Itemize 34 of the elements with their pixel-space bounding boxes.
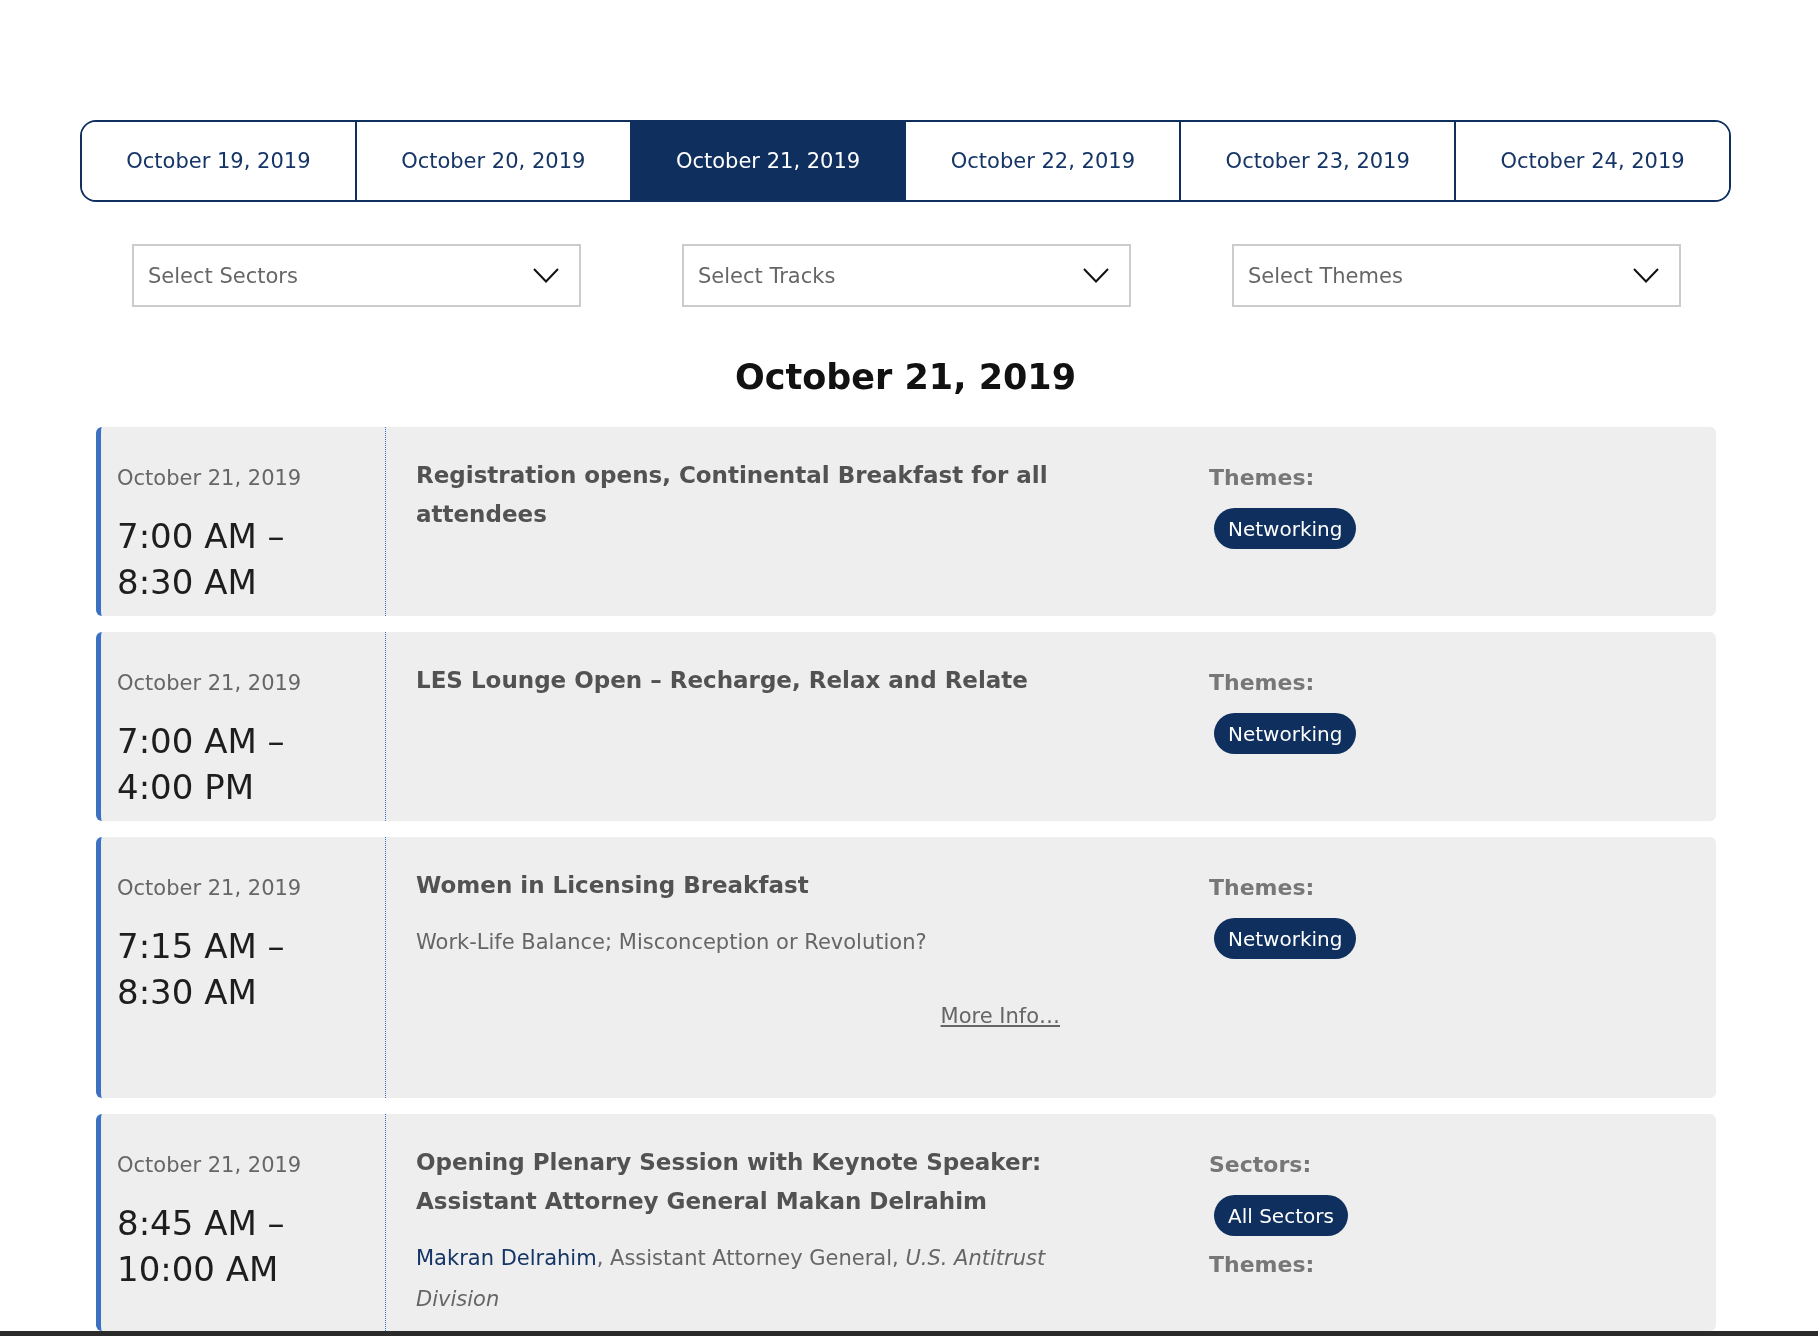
session-time: 8:45 AM – 10:00 AM	[117, 1202, 286, 1291]
session-title: Women in Licensing Breakfast	[416, 871, 809, 900]
tag-group-label: Sectors:	[1209, 1151, 1312, 1179]
tag-group-label: Themes:	[1209, 464, 1315, 492]
session-time: 7:00 AM – 8:30 AM	[117, 515, 286, 604]
session-date: October 21, 2019	[117, 465, 303, 492]
session-title: LES Lounge Open – Recharge, Relax and Relate	[416, 666, 1028, 695]
filter-dropdown[interactable]: Select Tracks	[682, 244, 1131, 307]
chevron-down-icon	[1083, 268, 1109, 283]
date-tab[interactable]: October 24, 2019	[1454, 122, 1729, 200]
session-subtitle: Work-Life Balance; Misconception or Revolution?	[416, 929, 927, 956]
category-tag: Networking	[1214, 713, 1357, 754]
speaker-link[interactable]: Makran Delrahim	[416, 1246, 597, 1270]
tag-group-label: Themes:	[1209, 669, 1315, 697]
chevron-down-icon	[1633, 268, 1659, 283]
date-tab[interactable]: October 21, 2019	[629, 122, 905, 200]
filter-dropdown[interactable]: Select Themes	[1232, 244, 1681, 307]
session-title: Opening Plenary Session with Keynote Speaker: Assistant Attorney General Makan Delrahim	[416, 1148, 1043, 1216]
filter-dropdown[interactable]: Select Sectors	[132, 244, 581, 307]
chevron-down-icon	[533, 268, 559, 283]
more-info-link[interactable]: More Info…	[940, 1001, 1060, 1031]
session-date: October 21, 2019	[117, 670, 303, 697]
category-tag: All Sectors	[1214, 1195, 1348, 1236]
speaker-line: Makran Delrahim, Assistant Attorney General, U.S. Antitrust Division	[416, 1245, 1047, 1313]
tag-group-label: Themes:	[1209, 874, 1315, 902]
session-time: 7:00 AM – 4:00 PM	[117, 720, 286, 809]
day-heading: October 21, 2019	[733, 356, 1078, 398]
tag-group-label: Themes:	[1209, 1251, 1315, 1279]
category-tag: Networking	[1214, 918, 1357, 959]
session-date: October 21, 2019	[117, 1152, 303, 1179]
session-title: Registration opens, Continental Breakfast for all attendees	[416, 461, 1049, 529]
session-time: 7:15 AM – 8:30 AM	[117, 925, 286, 1014]
category-tag: Networking	[1214, 508, 1357, 549]
session-date: October 21, 2019	[117, 875, 303, 902]
